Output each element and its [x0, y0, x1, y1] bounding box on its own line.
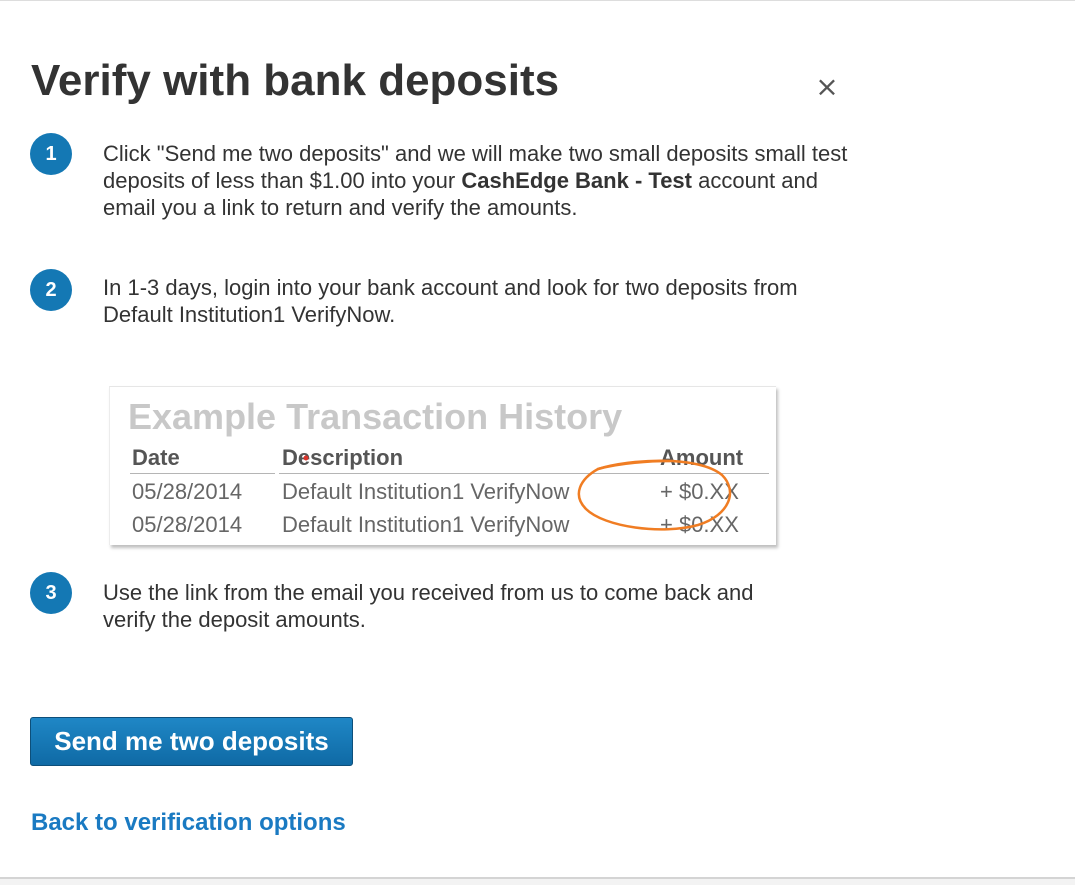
bank-name: CashEdge Bank - Test [461, 168, 692, 193]
step-3-number: 3 [30, 572, 72, 614]
row-1-date: 05/28/2014 [132, 479, 243, 504]
amount-column-header: Amount [660, 445, 744, 470]
description-column-header: Description [282, 445, 404, 470]
step-1-text: Click "Send me two deposits" and we will… [103, 140, 863, 221]
back-to-verification-options-link[interactable]: Back to verification options [31, 808, 346, 838]
top-divider [0, 0, 1075, 1]
row-2-amount: + $0.XX [660, 512, 739, 537]
step-3-text: Use the link from the email you received… [103, 580, 754, 632]
row-2-date: 05/28/2014 [132, 512, 243, 537]
example-transaction-history: Example Transaction History Date Descrip… [109, 386, 776, 545]
row-1-amount: + $0.XX [660, 479, 739, 504]
date-column-header: Date [132, 445, 180, 470]
bottom-shade [0, 879, 1075, 885]
dialog-title: Verify with bank deposits [31, 56, 560, 105]
row-1-description: Default Institution1 VerifyNow [282, 479, 570, 504]
header-divider [279, 473, 769, 474]
header-divider [130, 473, 275, 474]
send-two-deposits-button[interactable]: Send me two deposits [30, 717, 353, 766]
close-icon[interactable]: × [814, 73, 840, 101]
step-1-number: 1 [30, 133, 72, 175]
step-2-text: In 1-3 days, login into your bank accoun… [103, 275, 798, 327]
step-2-number: 2 [30, 269, 72, 311]
example-title: Example Transaction History [128, 396, 623, 437]
row-2-description: Default Institution1 VerifyNow [282, 512, 570, 537]
